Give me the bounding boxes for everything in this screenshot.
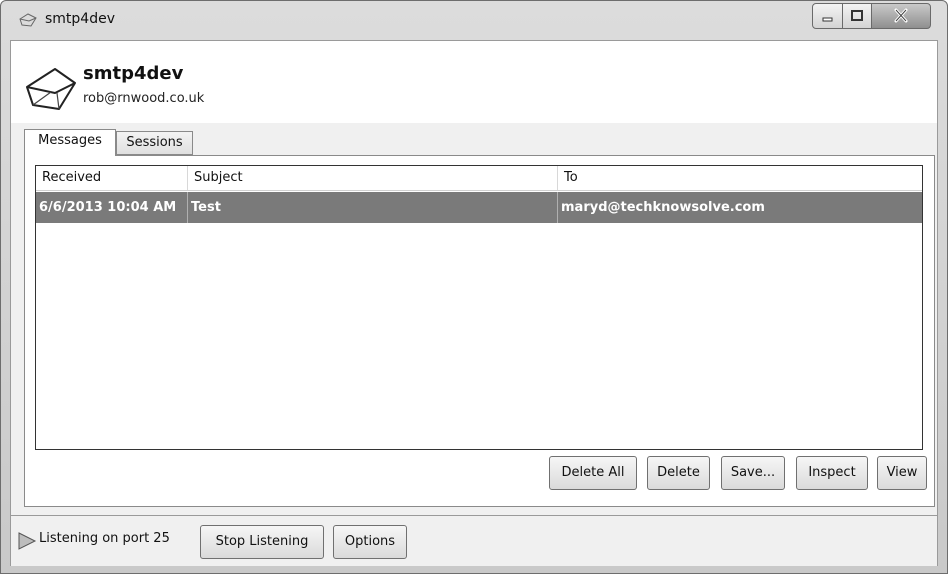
message-row[interactable]: 6/6/2013 10:04 AM Test maryd@techknowsol… xyxy=(36,192,922,223)
app-name: smtp4dev xyxy=(83,63,184,84)
tab-messages[interactable]: Messages xyxy=(24,129,116,156)
status-bar: Listening on port 25 Stop Listening Opti… xyxy=(11,515,937,566)
envelope-icon xyxy=(25,67,77,115)
column-header-subject[interactable]: Subject xyxy=(188,166,558,190)
options-button[interactable]: Options xyxy=(333,525,407,559)
view-button[interactable]: View xyxy=(877,456,927,490)
message-to: maryd@techknowsolve.com xyxy=(561,200,765,215)
messages-panel: Received Subject To 6/6/2013 10:04 AM Te… xyxy=(24,155,935,507)
list-header: Received Subject To xyxy=(36,166,922,191)
messages-list[interactable]: Received Subject To 6/6/2013 10:04 AM Te… xyxy=(35,165,923,450)
play-icon xyxy=(17,532,37,554)
close-button[interactable] xyxy=(871,3,931,29)
inspect-button[interactable]: Inspect xyxy=(796,456,868,490)
message-received: 6/6/2013 10:04 AM xyxy=(36,192,188,223)
minimize-button[interactable] xyxy=(812,3,843,29)
delete-button[interactable]: Delete xyxy=(647,456,710,490)
app-header: smtp4dev rob@rnwood.co.uk xyxy=(11,41,937,123)
column-header-received[interactable]: Received xyxy=(36,166,188,190)
column-header-to[interactable]: To xyxy=(558,166,922,190)
delete-all-button[interactable]: Delete All xyxy=(549,456,637,490)
envelope-outline-icon xyxy=(19,13,37,31)
message-subject: Test xyxy=(188,192,558,223)
title-bar[interactable]: smtp4dev xyxy=(1,1,947,39)
stop-listening-button[interactable]: Stop Listening xyxy=(200,525,324,559)
save-button[interactable]: Save... xyxy=(721,456,785,490)
app-window: smtp4dev smtp4dev rob@rnwood.co.uk Messa… xyxy=(0,0,948,574)
maximize-button[interactable] xyxy=(842,3,872,29)
window-title: smtp4dev xyxy=(45,11,115,27)
tab-sessions[interactable]: Sessions xyxy=(116,131,193,155)
listening-status: Listening on port 25 xyxy=(39,531,170,546)
client-area: smtp4dev rob@rnwood.co.uk Messages Sessi… xyxy=(10,40,938,566)
author-email: rob@rnwood.co.uk xyxy=(83,91,205,106)
